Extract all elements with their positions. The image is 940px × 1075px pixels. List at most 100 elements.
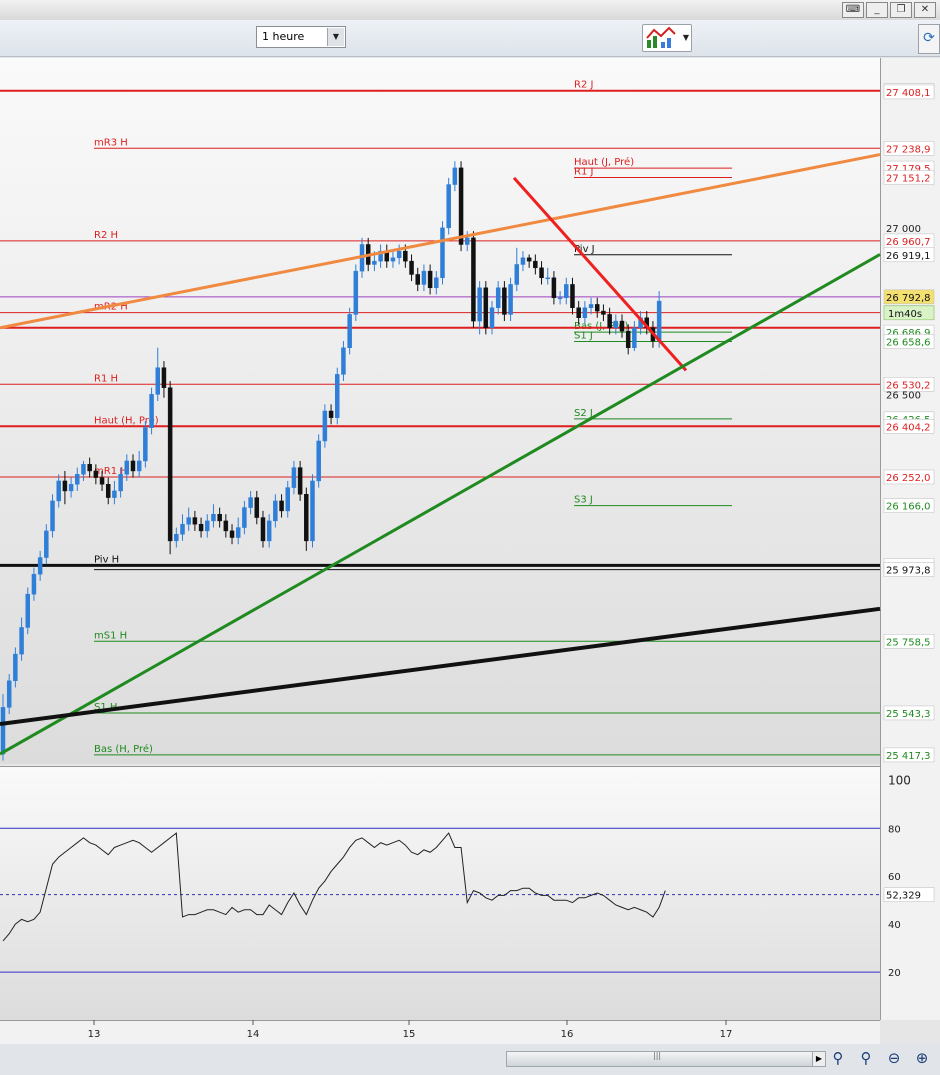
zoom-adjust-icon[interactable]: ⚲ bbox=[828, 1048, 848, 1068]
price-tag-label: 26 404,2 bbox=[886, 422, 931, 433]
black-support-trendline bbox=[0, 606, 881, 727]
price-tag-label: 26 960,7 bbox=[886, 237, 931, 248]
candle-body bbox=[62, 480, 68, 492]
candle-body bbox=[656, 300, 662, 342]
candle-body bbox=[539, 267, 544, 279]
candle-body bbox=[161, 367, 167, 388]
candle-body bbox=[81, 464, 86, 475]
candle-body bbox=[31, 573, 37, 595]
candle-body bbox=[440, 227, 445, 279]
price-tag-label: 26 919,1 bbox=[886, 251, 931, 262]
candle-body bbox=[483, 287, 489, 328]
candle-body bbox=[211, 513, 216, 522]
candle-body bbox=[192, 517, 198, 525]
candle-body bbox=[415, 274, 420, 285]
candle-body bbox=[452, 167, 458, 185]
candle-body bbox=[217, 513, 222, 522]
candle-body bbox=[205, 520, 210, 532]
pivot-label: R2 J bbox=[574, 80, 593, 91]
candle-body bbox=[304, 494, 309, 542]
pivot-label: Piv H bbox=[94, 554, 119, 565]
zoom-in-icon[interactable]: ⊕ bbox=[912, 1048, 932, 1068]
candle-body bbox=[421, 270, 427, 285]
candle-body bbox=[19, 627, 24, 655]
zoom-fit-icon[interactable]: ⚲ bbox=[856, 1048, 876, 1068]
candle-body bbox=[347, 314, 352, 348]
candle-body bbox=[266, 520, 272, 542]
candle-body bbox=[607, 314, 612, 328]
candle-body bbox=[477, 287, 482, 322]
candle-body bbox=[335, 374, 340, 418]
pivot-label: S1 J bbox=[574, 331, 593, 342]
price-tag-label: 27 151,2 bbox=[886, 173, 931, 184]
candle-body bbox=[613, 320, 619, 328]
candle-body bbox=[37, 557, 43, 575]
candle-body bbox=[458, 167, 464, 245]
candle-body bbox=[427, 270, 433, 289]
pivot-label: Bas (H, Pré) bbox=[94, 743, 153, 755]
candle-body bbox=[582, 307, 588, 319]
candle-body bbox=[25, 593, 31, 628]
candle-body bbox=[396, 250, 402, 259]
candle-body bbox=[601, 310, 606, 315]
candle-body bbox=[254, 497, 260, 518]
candle-body bbox=[588, 304, 594, 309]
candle-body bbox=[149, 394, 154, 428]
candle-body bbox=[124, 460, 130, 475]
time-tick-label: 15 bbox=[403, 1029, 416, 1040]
candle-body bbox=[632, 327, 637, 348]
time-tick-label: 16 bbox=[561, 1029, 574, 1040]
pivot-label: R1 J bbox=[574, 166, 593, 177]
candle-body bbox=[6, 680, 12, 708]
candle-body bbox=[68, 484, 74, 492]
candle-body bbox=[186, 517, 191, 525]
time-tick-label: 17 bbox=[720, 1029, 733, 1040]
time-tick-label: 13 bbox=[88, 1029, 101, 1040]
candle-body bbox=[87, 464, 92, 472]
candle-body bbox=[50, 500, 55, 532]
candle-body bbox=[229, 530, 235, 538]
chart-canvas[interactable]: 27 00026 500R2 J27 411,727 408,1mR3 H27 … bbox=[0, 0, 940, 1044]
candle-body bbox=[235, 527, 241, 538]
candle-body bbox=[409, 260, 414, 275]
rsi-line bbox=[2, 832, 666, 942]
candle-body bbox=[155, 367, 160, 395]
price-tag-label: 25 543,3 bbox=[886, 709, 931, 720]
candle-body bbox=[619, 320, 625, 332]
price-tag-label: 25 417,3 bbox=[886, 751, 931, 762]
candle-body bbox=[434, 277, 439, 289]
candle-body bbox=[118, 474, 123, 492]
candle-body bbox=[489, 307, 495, 328]
candle-body bbox=[260, 517, 266, 542]
candle-body bbox=[502, 287, 507, 315]
candle-body bbox=[495, 287, 501, 309]
candle-body bbox=[322, 410, 328, 442]
candle-body bbox=[471, 237, 476, 322]
rsi-value-label: 52,329 bbox=[886, 891, 921, 902]
zoom-out-icon[interactable]: ⊖ bbox=[884, 1048, 904, 1068]
candle-body bbox=[223, 520, 229, 532]
candle-body bbox=[167, 387, 173, 542]
candle-body bbox=[526, 257, 532, 262]
pivot-label: S2 J bbox=[574, 408, 593, 419]
horizontal-scrollbar[interactable]: ||| bbox=[506, 1051, 814, 1067]
candle-body bbox=[130, 460, 136, 472]
candle-body bbox=[576, 307, 581, 319]
pivot-label: mR3 H bbox=[94, 137, 128, 148]
rsi-tick-label: 20 bbox=[888, 968, 901, 979]
rsi-tick-label: 80 bbox=[888, 824, 901, 835]
candle-body bbox=[0, 707, 6, 755]
candle-body bbox=[520, 257, 526, 265]
candle-body bbox=[93, 470, 99, 478]
scroll-grip[interactable]: ||| bbox=[653, 1051, 661, 1060]
price-tag-label: 26 530,2 bbox=[886, 380, 931, 391]
green-support-trendline bbox=[0, 253, 881, 756]
candle-body bbox=[328, 410, 334, 418]
candle-body bbox=[316, 440, 321, 482]
candle-body bbox=[390, 257, 396, 262]
rsi-tick-label: 60 bbox=[888, 872, 901, 883]
candle-body bbox=[248, 497, 253, 508]
candle-body bbox=[136, 460, 142, 472]
scroll-right-arrow[interactable]: ▶ bbox=[812, 1051, 826, 1067]
candle-body bbox=[403, 250, 408, 262]
